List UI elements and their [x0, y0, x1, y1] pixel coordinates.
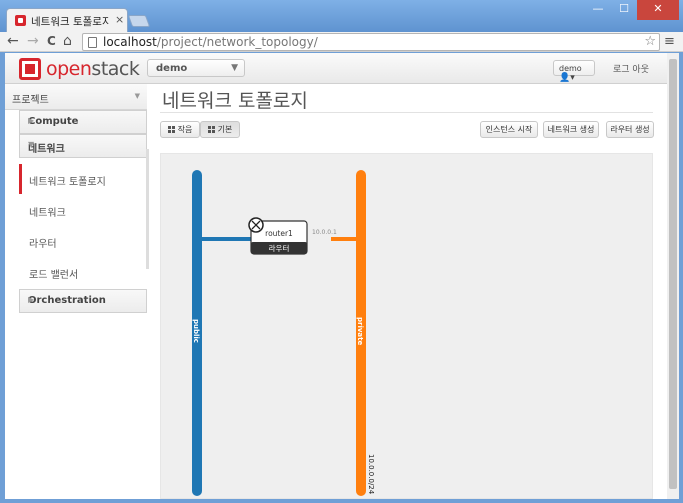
new-tab-button[interactable] [127, 15, 151, 27]
page-icon [88, 37, 97, 48]
topology-canvas[interactable]: public private 10.0.0.0/24 router1 라우터 1… [160, 153, 653, 499]
sidebar-project-header[interactable]: 프로젝트 ▼ [5, 84, 147, 110]
bookmark-star-icon[interactable]: ☆ [644, 34, 656, 49]
openstack-topbar: openstack demo ▼ demo 👤▾ 로그 아웃 [5, 53, 667, 84]
page-title: 네트워크 토폴로지 [162, 90, 308, 112]
minimize-button[interactable]: — [585, 0, 611, 20]
create-network-button[interactable]: 네트워크 생성 [543, 121, 599, 138]
launch-instance-button[interactable]: 인스턴스 시작 [480, 121, 538, 138]
sidebar-divider [146, 149, 149, 269]
home-button[interactable]: ⌂ [63, 33, 72, 49]
grid-icon [207, 126, 215, 133]
view-normal-button[interactable]: 기본 [200, 121, 240, 138]
sidebar-item-label: 라우터 [29, 239, 57, 250]
network-label-private: private [356, 317, 364, 345]
sidebar-item-label: 네트워크 토폴로지 [29, 177, 106, 188]
sidebar-item-networks[interactable]: 네트워크 [19, 195, 147, 225]
browser-tab[interactable]: 네트워크 토폴로지 - Ope × [6, 8, 128, 32]
address-bar[interactable]: localhost/project/network_topology/ ☆ [82, 33, 660, 51]
page-content: openstack demo ▼ demo 👤▾ 로그 아웃 프로젝트 ▼ Co… [5, 53, 667, 499]
close-window-button[interactable]: ✕ [637, 0, 679, 20]
project-name: demo [156, 63, 188, 74]
chevron-down-icon: ▼ [231, 63, 238, 73]
user-icon: 👤▾ [559, 73, 575, 83]
main-content: 네트워크 토폴로지 작음 기본 인스턴스 시작 네트워크 생성 라우터 생성 p… [160, 84, 660, 499]
router-type-label: 라우터 [269, 244, 290, 253]
sidebar-group-compute[interactable]: Compute ▶ [19, 110, 147, 134]
tab-close-button[interactable]: × [115, 13, 124, 26]
favicon-icon [15, 15, 26, 26]
network-label-public: public [192, 319, 200, 343]
browser-toolbar: ← → C ⌂ localhost/project/network_topolo… [0, 32, 683, 52]
create-router-button[interactable]: 라우터 생성 [606, 121, 654, 138]
back-button[interactable]: ← [7, 33, 19, 49]
router-node[interactable]: router1 라우터 [248, 217, 308, 255]
chevron-right-icon: ▶ [28, 116, 35, 125]
sidebar-item-label: 로드 밸런서 [29, 270, 79, 281]
chevron-down-icon: ▼ [134, 92, 140, 100]
title-divider [160, 112, 653, 113]
title-bar: 네트워크 토폴로지 - Ope × — ☐ ✕ [0, 0, 683, 32]
tab-title: 네트워크 토폴로지 - Ope [31, 16, 109, 28]
sidebar-item-routers[interactable]: 라우터 [19, 226, 147, 256]
topology-svg: public private 10.0.0.0/24 router1 라우터 1… [192, 170, 375, 496]
sidebar-item-label: 네트워크 [29, 208, 66, 219]
sidebar-item-network-topology[interactable]: 네트워크 토폴로지 [19, 164, 147, 194]
url-text: localhost/project/network_topology/ [103, 35, 318, 49]
network-cidr-private: 10.0.0.0/24 [367, 454, 375, 495]
scrollbar-thumb[interactable] [669, 59, 677, 489]
grid-icon [167, 126, 175, 133]
chevron-right-icon: ▶ [28, 295, 35, 304]
forward-button[interactable]: → [27, 33, 39, 49]
reload-button[interactable]: C [47, 33, 56, 49]
page-scrollbar[interactable] [667, 53, 679, 499]
user-name: demo [559, 64, 582, 73]
sidebar-group-orchestration[interactable]: Orchestration ▶ [19, 289, 147, 313]
router-port-ip: 10.0.0.1 [312, 229, 337, 236]
sidebar-section-label: 프로젝트 [12, 95, 49, 106]
brand-name[interactable]: openstack [46, 58, 140, 80]
openstack-logo-icon[interactable] [19, 58, 41, 80]
view-small-button[interactable]: 작음 [160, 121, 200, 138]
sidebar: 프로젝트 ▼ Compute ▶ 네트워크 ▼ 네트워크 토폴로지 네트워크 라… [5, 84, 147, 314]
chevron-down-icon: ▼ [28, 140, 35, 149]
router-name: router1 [265, 229, 293, 238]
maximize-button[interactable]: ☐ [611, 0, 637, 20]
project-selector[interactable]: demo ▼ [147, 59, 245, 77]
sign-out-link[interactable]: 로그 아웃 [613, 62, 649, 75]
sidebar-item-load-balancers[interactable]: 로드 밸런서 [19, 257, 147, 287]
sidebar-group-network[interactable]: 네트워크 ▼ [19, 134, 147, 158]
browser-menu-icon[interactable]: ≡ [664, 34, 675, 49]
user-menu[interactable]: demo 👤▾ [553, 60, 595, 83]
